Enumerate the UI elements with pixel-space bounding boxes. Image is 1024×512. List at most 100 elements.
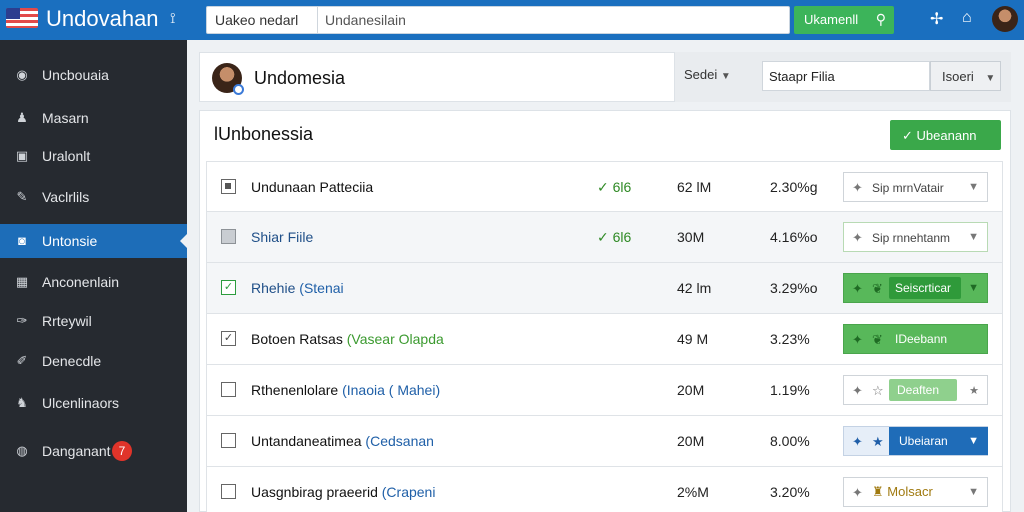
star-icon: ✦ <box>852 230 863 245</box>
search-button-label: Ukamenll <box>804 12 859 27</box>
star-outline-icon: ★ <box>872 434 884 449</box>
signal-icon[interactable]: ⟟ <box>170 10 176 27</box>
row-action-dropdown[interactable]: ✦ Sip rnnehtanm ▼ <box>843 222 988 252</box>
row-name: Botoen Ratsas (Vasear Olapda <box>251 331 444 347</box>
row-checkbox[interactable]: ✓ <box>221 280 236 295</box>
chevron-down-icon: ▼ <box>968 282 979 294</box>
search-button[interactable]: Ukamenll ⚲ <box>794 6 894 34</box>
table-row[interactable]: Rthenenlolare (Inaoia ( Mahei) 20M 1.19%… <box>206 365 1003 416</box>
row-checkbox[interactable] <box>221 484 236 499</box>
row-size: 20M <box>677 433 705 449</box>
chevron-down-icon: ▼ <box>720 71 731 82</box>
row-name-text: Botoen Ratsas <box>251 331 343 347</box>
row-checkbox[interactable] <box>221 229 236 244</box>
row-action-dropdown[interactable]: ✦ ❦ IDeebann <box>843 324 988 354</box>
row-checkbox[interactable]: ✓ <box>221 331 236 346</box>
sidebar-item-label: Vaclrlils <box>42 189 90 205</box>
action-label: Sip rnnehtanm <box>872 231 951 245</box>
star-icon: ✦ <box>852 281 863 296</box>
sidebar-item-9[interactable]: ♞ Ulcenlinaors <box>0 386 187 420</box>
row-percent: 1.19% <box>770 382 810 398</box>
search-divider <box>317 7 318 33</box>
chevron-down-icon: ▼ <box>968 486 979 498</box>
sidebar-item-6[interactable]: ▦ Anconenlain <box>0 265 187 299</box>
flag-logo-icon <box>6 8 38 28</box>
home-icon[interactable]: ⌂ <box>962 9 972 27</box>
row-name-text: Rhehie <box>251 280 296 296</box>
sidebar-item-5[interactable]: ◙ Untonsie <box>0 224 187 258</box>
row-name: Rhehie (Stenai <box>251 280 344 296</box>
row-checkbox[interactable] <box>221 382 236 397</box>
sidebar-item-label: Anconenlain <box>42 274 120 290</box>
filter-label: Isoeri <box>942 69 974 84</box>
sidebar-item-7[interactable]: ✑ Rrteywil <box>0 304 187 338</box>
search-category[interactable]: Uakeo nedarl <box>215 12 298 28</box>
action-label: Seiscrticar <box>889 277 961 299</box>
sort-dropdown[interactable]: Sedei ▼ <box>684 67 731 82</box>
search-bar: Uakeo nedarl <box>206 6 790 34</box>
star-icon: ✦ <box>852 434 863 449</box>
row-status: ✓ 6l6 <box>597 179 631 196</box>
action-label: Molsacr <box>887 484 933 499</box>
row-size: 30M <box>677 229 705 245</box>
row-action-dropdown[interactable]: ✦ Sip mrnVatair ▼ <box>843 172 988 202</box>
status-dot-icon <box>233 84 244 95</box>
table-row[interactable]: Undunaan Patteciia ✓ 6l6 62 lM 2.30%g ✦ … <box>206 161 1003 212</box>
star-small-icon: ★ <box>969 385 979 397</box>
table-row[interactable]: ✓ Rhehie (Stenai 42 lm 3.29%o ✦ ❦ Seiscr… <box>206 263 1003 314</box>
row-percent: 4.16%o <box>770 229 818 245</box>
check-icon: ✓ <box>902 128 913 143</box>
sidebar-item-4[interactable]: ✎ Vaclrlils <box>0 180 187 214</box>
app-brand[interactable]: Undovahan <box>46 6 159 32</box>
row-subtitle: Inaoia ( Mahei <box>346 382 436 398</box>
row-checkbox[interactable] <box>221 433 236 448</box>
sidebar-item-10[interactable]: ◍ Danganant 7 <box>0 434 187 468</box>
status-text: 6l6 <box>612 229 632 245</box>
primary-action-button[interactable]: ✓ Ubeanann <box>890 120 1001 150</box>
row-name: Uasgnbirag praeerid (Crapeni <box>251 484 436 500</box>
gauge-icon: ◉ <box>16 67 28 82</box>
table-row[interactable]: Shiar Fiile ✓ 6l6 30M 4.16%o ✦ Sip rnneh… <box>206 212 1003 263</box>
sidebar-item-label: Masarn <box>42 110 89 126</box>
sidebar-item-2[interactable]: ♟ Masarn <box>0 101 187 135</box>
chevron-down-icon: ▼ <box>985 73 996 84</box>
row-action-dropdown[interactable]: ✦ ★ Ubeiaran ▼ <box>843 426 988 456</box>
file-search-input[interactable] <box>762 61 930 91</box>
row-percent: 3.29%o <box>770 280 818 296</box>
filter-dropdown[interactable]: Isoeri ▼ <box>930 61 1001 91</box>
row-name: Shiar Fiile <box>251 229 314 245</box>
row-subtitle: Cedsanan <box>370 433 434 449</box>
row-checkbox[interactable] <box>221 179 236 194</box>
globe-icon: ◍ <box>16 443 28 458</box>
action-label: Deaften <box>889 379 957 401</box>
pin-toggle-icon[interactable]: ✢ <box>930 9 943 29</box>
sidebar-item-3[interactable]: ▣ Uralonlt <box>0 139 187 173</box>
sidebar-item-label: Untonsie <box>42 233 98 249</box>
row-action-dropdown[interactable]: ✦ ❦ Seiscrticar ▼ <box>843 273 988 303</box>
table-row[interactable]: Uasgnbirag praeerid (Crapeni 2%M 3.20% ✦… <box>206 467 1003 512</box>
page-title: Undomesia <box>254 68 346 88</box>
search-input[interactable] <box>325 7 785 33</box>
row-name-text: Rthenenlolare <box>251 382 339 398</box>
user-avatar[interactable] <box>992 6 1018 32</box>
panel-title: lUnbonessia <box>214 124 314 144</box>
row-action-dropdown[interactable]: ✦ ☆ Deaften ★ <box>843 375 988 405</box>
sidebar-item-8[interactable]: ✐ Denecdle <box>0 344 187 378</box>
leaf-icon: ❦ <box>872 332 883 347</box>
user-icon: ♟ <box>16 110 28 125</box>
table-row[interactable]: Untandaneatimea (Cedsanan 20M 8.00% ✦ ★ … <box>206 416 1003 467</box>
row-percent: 3.20% <box>770 484 810 500</box>
star-icon: ✦ <box>852 332 863 347</box>
table-row[interactable]: ✓ Botoen Ratsas (Vasear Olapda 49 M 3.23… <box>206 314 1003 365</box>
sidebar-item-1[interactable]: ◉ Uncbouaia <box>0 58 187 92</box>
sidebar-item-label: Rrteywil <box>42 313 92 329</box>
pin-icon: ✐ <box>16 353 28 368</box>
wrench-icon: ✑ <box>16 313 28 328</box>
row-name-text: Uasgnbirag praeerid <box>251 484 378 500</box>
star-icon: ✦ <box>852 485 863 500</box>
row-action-dropdown[interactable]: ✦ ♜ Molsacr ▼ <box>843 477 988 507</box>
profile-avatar[interactable] <box>212 63 244 95</box>
sidebar-item-label: Uralonlt <box>42 148 91 164</box>
status-text: 6l6 <box>612 179 632 195</box>
check-icon: ✓ <box>597 229 609 245</box>
